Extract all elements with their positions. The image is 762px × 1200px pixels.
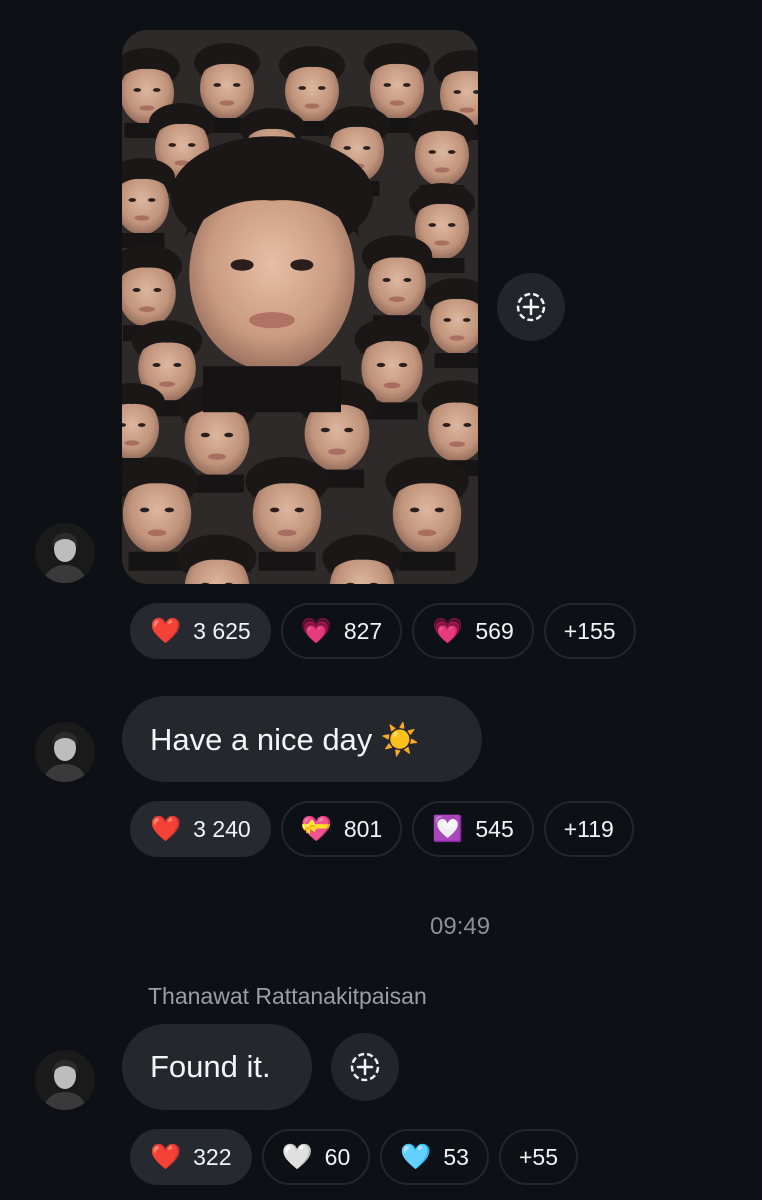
message-bubble[interactable]: Found it. xyxy=(122,1024,312,1110)
avatar-image xyxy=(35,722,95,782)
reaction-pill[interactable]: ❤️ 3 625 xyxy=(130,603,271,659)
add-reaction-button[interactable] xyxy=(331,1033,399,1101)
add-reaction-icon xyxy=(516,292,546,322)
light-blue-heart-icon: 🩵 xyxy=(400,1142,432,1171)
reaction-count: +155 xyxy=(563,617,616,644)
more-reactions-pill[interactable]: +55 xyxy=(498,1129,578,1185)
message-text: Have a nice day ☀️ xyxy=(150,721,420,757)
reactions-row: ❤️ 3 240 💝 801 💟 545 +119 xyxy=(130,801,634,857)
more-reactions-pill[interactable]: +155 xyxy=(543,603,636,659)
reactions-row: ❤️ 3 625 💗 827 💗 569 +155 xyxy=(130,603,636,659)
message-bubble[interactable]: Have a nice day ☀️ xyxy=(122,696,482,782)
reaction-pill[interactable]: 🩵 53 xyxy=(380,1129,489,1185)
reaction-pill[interactable]: 💗 827 xyxy=(280,603,403,659)
reaction-count: 545 xyxy=(475,815,514,842)
red-heart-icon: ❤️ xyxy=(150,1142,182,1171)
add-reaction-icon xyxy=(350,1052,380,1082)
reaction-count: 3 625 xyxy=(193,617,251,644)
reaction-count: 827 xyxy=(343,617,383,644)
reactions-row: ❤️ 322 🤍 60 🩵 53 +55 xyxy=(130,1129,578,1185)
reaction-count: +119 xyxy=(563,815,614,842)
avatar-image xyxy=(35,1050,95,1110)
reaction-count: +55 xyxy=(518,1143,558,1170)
add-reaction-button[interactable] xyxy=(497,273,565,341)
reaction-count: 801 xyxy=(343,815,383,842)
message-text: Found it. xyxy=(150,1049,271,1084)
reaction-pill[interactable]: 💗 569 xyxy=(412,603,534,659)
sparkling-heart-icon: 💗 xyxy=(300,616,332,645)
reaction-pill[interactable]: 🤍 60 xyxy=(261,1129,371,1185)
reaction-pill[interactable]: ❤️ 322 xyxy=(130,1129,252,1185)
timestamp: 09:49 xyxy=(430,913,491,940)
sender-name: Thanawat Rattanakitpaisan xyxy=(148,983,427,1009)
avatar[interactable] xyxy=(35,523,95,583)
reaction-pill[interactable]: ❤️ 3 240 xyxy=(130,801,271,857)
white-heart-icon: 🤍 xyxy=(281,1142,313,1171)
reaction-count: 3 240 xyxy=(193,815,251,842)
red-heart-icon: ❤️ xyxy=(150,616,182,645)
avatar-image xyxy=(35,523,95,583)
shared-photo[interactable] xyxy=(122,30,478,584)
reaction-pill[interactable]: 💝 801 xyxy=(280,801,403,857)
avatar[interactable] xyxy=(35,722,95,782)
heart-decoration-icon: 💟 xyxy=(432,814,464,843)
reaction-pill[interactable]: 💟 545 xyxy=(412,801,534,857)
reaction-count: 53 xyxy=(443,1143,469,1170)
reaction-count: 60 xyxy=(324,1143,351,1170)
avatar[interactable] xyxy=(35,1050,95,1110)
photo-collage xyxy=(122,30,478,584)
reaction-count: 322 xyxy=(193,1143,232,1170)
pink-heart-icon: 💗 xyxy=(432,616,464,645)
reaction-count: 569 xyxy=(475,617,514,644)
red-heart-icon: ❤️ xyxy=(150,814,182,843)
more-reactions-pill[interactable]: +119 xyxy=(543,801,634,857)
heart-with-ribbon-icon: 💝 xyxy=(300,814,332,843)
